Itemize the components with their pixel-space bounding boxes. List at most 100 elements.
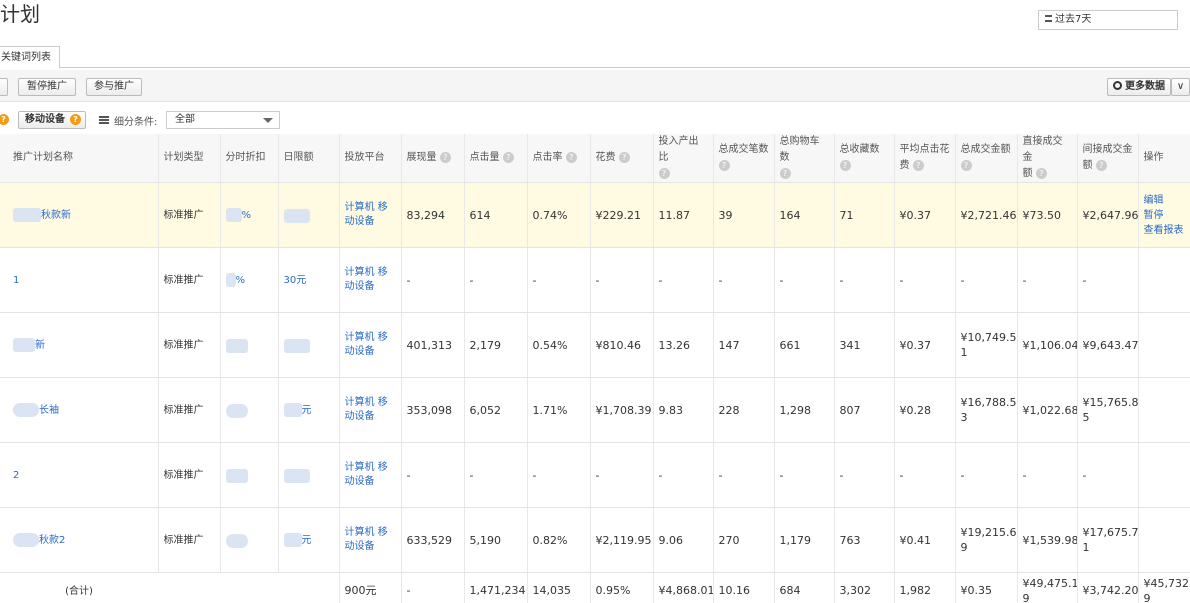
total-gmv: ¥49,475.1 9 xyxy=(1017,572,1078,603)
carts: 1,179 xyxy=(774,507,835,573)
help-icon[interactable]: ? xyxy=(1095,159,1107,171)
platform-link[interactable]: 计算机 移动设备 xyxy=(345,396,396,424)
more-data-dropdown[interactable]: ∨ xyxy=(1171,78,1190,96)
total-roi: 10.16 xyxy=(713,572,775,603)
gear-icon xyxy=(1113,81,1122,90)
roi: 9.83 xyxy=(653,377,714,443)
gmv: - xyxy=(955,247,1018,313)
help-icon[interactable]: ? xyxy=(779,167,791,179)
budget-link[interactable]: 元 xyxy=(302,405,312,416)
platform-link[interactable]: 计算机 移动设备 xyxy=(345,201,396,229)
help-icon[interactable]: ? xyxy=(839,159,851,171)
campaign-name-link[interactable]: 新 xyxy=(35,340,45,351)
mobile-device-button[interactable]: 移动设备? xyxy=(18,111,86,129)
budget-link[interactable]: 30元 xyxy=(284,275,307,286)
toolbar-stub-button[interactable] xyxy=(0,78,8,96)
cost: - xyxy=(590,442,654,508)
campaign-name-link[interactable]: 秋款新 xyxy=(41,210,71,221)
segment-select[interactable]: 全部 xyxy=(166,111,280,129)
campaign-name-link[interactable]: 秋款2 xyxy=(39,535,65,546)
cost: ¥2,119.95 xyxy=(590,507,654,573)
col-gmv[interactable]: 总成交金额? xyxy=(955,134,1018,183)
cpc: ¥0.37 xyxy=(894,312,956,378)
total-orders: 684 xyxy=(774,572,835,603)
table-row: 新 标准推广 计算机 移动设备 401,313 2,179 0.54% ¥810… xyxy=(0,312,1190,378)
direct-gmv: ¥73.50 xyxy=(1017,182,1078,248)
clicks: 5,190 xyxy=(464,507,528,573)
total-clicks: 14,035 xyxy=(527,572,591,603)
tab-keyword-list[interactable]: 关键词列表 xyxy=(0,46,60,69)
col-ctr[interactable]: 点击率 ? xyxy=(527,134,591,183)
help-icon[interactable]: ? xyxy=(618,151,630,163)
col-impressions[interactable]: 展现量 ? xyxy=(401,134,465,183)
help-icon[interactable]: ? xyxy=(439,151,451,163)
col-orders[interactable]: 总成交笔数? xyxy=(713,134,775,183)
help-icon[interactable]: ? xyxy=(1035,167,1047,179)
gmv: ¥10,749.5 1 xyxy=(955,312,1018,378)
roi: 9.06 xyxy=(653,507,714,573)
total-label: (合计) xyxy=(65,585,93,597)
discount-link[interactable]: % xyxy=(236,275,246,286)
help-icon[interactable]: ? xyxy=(565,151,577,163)
view-report-link[interactable]: 查看报表 xyxy=(1144,223,1185,238)
col-clicks[interactable]: 点击量 ? xyxy=(464,134,528,183)
col-name[interactable]: 推广计划名称 xyxy=(0,134,159,183)
masked-text xyxy=(225,208,242,222)
gmv: - xyxy=(955,442,1018,508)
col-cpc[interactable]: 平均点击花费 ? xyxy=(894,134,956,183)
table-row: 秋款新 标准推广 % 计算机 移动设备 83,294 614 0.74% ¥22… xyxy=(0,182,1190,248)
help-icon[interactable]: ? xyxy=(658,167,670,179)
roi: - xyxy=(653,247,714,313)
orders: 228 xyxy=(713,377,775,443)
cpc: ¥0.41 xyxy=(894,507,956,573)
platform-link[interactable]: 计算机 移动设备 xyxy=(345,461,396,489)
indirect-gmv: ¥2,647.96 xyxy=(1077,182,1139,248)
masked-text xyxy=(283,208,310,223)
calendar-icon xyxy=(1045,15,1052,22)
campaign-name-link[interactable]: 1 xyxy=(13,275,19,286)
help-icon[interactable]: ? xyxy=(502,151,514,163)
help-icon[interactable]: ? xyxy=(960,159,972,171)
help-icon[interactable]: ? xyxy=(0,114,9,125)
col-indirect[interactable]: 间接成交金额 ? xyxy=(1077,134,1139,183)
col-budget[interactable]: 日限额 xyxy=(278,134,340,183)
col-direct[interactable]: 直接成交金额 ? xyxy=(1017,134,1078,183)
clicks: 614 xyxy=(464,182,528,248)
col-roi[interactable]: 投入产出比? xyxy=(653,134,714,183)
col-favorites[interactable]: 总收藏数? xyxy=(834,134,895,183)
platform-link[interactable]: 计算机 移动设备 xyxy=(345,266,396,294)
carts: - xyxy=(774,247,835,313)
col-carts[interactable]: 总购物车数? xyxy=(774,134,835,183)
platform-link[interactable]: 计算机 移动设备 xyxy=(345,331,396,359)
platform-link[interactable]: 计算机 移动设备 xyxy=(345,526,396,554)
ctr: 0.74% xyxy=(527,182,591,248)
cpc: ¥0.28 xyxy=(894,377,956,443)
pause-link[interactable]: 暂停 xyxy=(1144,208,1185,223)
join-button[interactable]: 参与推广 xyxy=(86,78,142,96)
impressions: 401,313 xyxy=(401,312,465,378)
discount-link[interactable]: % xyxy=(242,210,252,221)
pause-button[interactable]: 暂停推广 xyxy=(18,78,76,96)
col-discount[interactable]: 分时折扣 xyxy=(220,134,279,183)
edit-link[interactable]: 编辑 xyxy=(1144,193,1185,208)
help-icon[interactable]: ? xyxy=(912,159,924,171)
help-icon[interactable]: ? xyxy=(718,159,730,171)
ctr: 1.71% xyxy=(527,377,591,443)
col-platform[interactable]: 投放平台 xyxy=(339,134,402,183)
tab-bar: 关键词列表 xyxy=(0,46,1190,69)
budget-link[interactable]: 元 xyxy=(302,535,312,546)
date-range-select[interactable]: 过去7天 xyxy=(1038,10,1178,30)
table-row: 长袖 标准推广 元 计算机 移动设备 353,098 6,052 1.71% ¥… xyxy=(0,377,1190,443)
ctr: - xyxy=(527,442,591,508)
campaign-name-link[interactable]: 长袖 xyxy=(39,405,59,416)
campaign-name-link[interactable]: 2 xyxy=(13,470,19,481)
page-title: 计划 xyxy=(0,2,40,26)
total-favorites: 1,982 xyxy=(894,572,956,603)
clicks: 6,052 xyxy=(464,377,528,443)
help-icon[interactable]: ? xyxy=(70,114,81,125)
col-cost[interactable]: 花费 ? xyxy=(590,134,654,183)
masked-text xyxy=(283,338,310,353)
col-type[interactable]: 计划类型 xyxy=(158,134,221,183)
more-data-button[interactable]: 更多数据 xyxy=(1107,78,1171,96)
masked-text xyxy=(13,533,39,547)
